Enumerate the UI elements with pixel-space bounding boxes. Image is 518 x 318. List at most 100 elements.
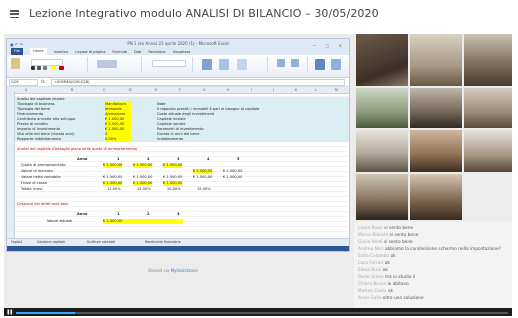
table-cell[interactable]: € 1.000,00	[133, 181, 153, 186]
pause-icon[interactable]	[7, 309, 13, 315]
fill-color-icon[interactable]	[51, 66, 56, 70]
tab-data[interactable]: Dati	[134, 50, 141, 54]
table-cell[interactable]: € 1.500,00	[103, 163, 123, 168]
participant-video-tile[interactable]	[464, 34, 512, 86]
chat-message: si sento bene	[383, 240, 413, 245]
chat-panel: Laura Rossi vi sento bene Marco Bianchi …	[354, 222, 512, 310]
number-format-selector[interactable]	[152, 60, 186, 67]
share-caption: Shared via MyAssistance	[148, 268, 198, 273]
table-cell[interactable]: € 1.500,00	[133, 163, 153, 168]
tab-home[interactable]: Home	[30, 48, 47, 55]
table-header: 3	[177, 157, 180, 161]
chat-message: oltre una soluzione	[382, 296, 424, 301]
participant-video-tile[interactable]	[356, 130, 408, 172]
share-prefix: Shared via	[148, 268, 170, 273]
delete-cells-icon[interactable]	[291, 59, 299, 67]
paste-icon[interactable]	[11, 58, 20, 69]
italic-icon[interactable]	[37, 66, 41, 70]
find-select-icon[interactable]	[331, 59, 341, 70]
chat-message: ma io studio lì	[384, 275, 416, 280]
table-header: 1	[117, 157, 120, 161]
progress-fill[interactable]	[16, 312, 75, 314]
row-value[interactable]: Immobile	[105, 107, 131, 112]
participant-video-tile[interactable]	[356, 88, 408, 128]
table-cell[interactable]: 20,00%	[167, 187, 181, 192]
participant-video-tile[interactable]	[356, 34, 408, 86]
function-icon[interactable]: fx	[41, 79, 45, 84]
table-cell[interactable]: € 1.500,00	[163, 163, 183, 168]
table-cell[interactable]: € 1.000,00	[163, 181, 183, 186]
row-value[interactable]: 0,00%	[105, 137, 131, 142]
row-value[interactable]: € 2.500,00	[105, 122, 131, 127]
chat-message: vi sento bene	[383, 226, 414, 231]
table-header: 3	[177, 212, 180, 216]
table-cell[interactable]: 15,00%	[137, 187, 151, 192]
row-value[interactable]: € 1.500,00	[105, 127, 131, 132]
name-box[interactable]: G29	[9, 79, 38, 86]
row-value[interactable]: Ammortam.	[105, 112, 131, 117]
sheet-tab[interactable]: Foglio1	[11, 239, 22, 246]
row-label: Analisi del capitale iniziale	[17, 97, 65, 101]
participant-video-tile[interactable]	[464, 130, 512, 172]
table-cell[interactable]: € 1.500,00	[223, 175, 242, 180]
tab-view[interactable]: Visualizza	[173, 50, 191, 54]
sheet-tab[interactable]: Rendiconto finanziario	[145, 239, 181, 246]
cell-styles-icon[interactable]	[237, 59, 247, 70]
tab-page-layout[interactable]: Layout di pagina	[75, 50, 105, 54]
progress-track[interactable]	[16, 312, 508, 314]
window-controls-icon[interactable]: — ▢ ✕	[312, 41, 346, 50]
row-note: Note	[157, 102, 166, 106]
table-cell[interactable]: € 1.000,00	[103, 181, 123, 186]
row-value[interactable]: 5	[105, 132, 131, 137]
tab-file[interactable]: File	[11, 48, 24, 55]
conditional-format-icon[interactable]	[202, 59, 212, 70]
table-cell[interactable]: € 1.500,00	[133, 175, 152, 180]
table-cell[interactable]: € 1.500,00	[193, 175, 212, 180]
participant-video-tile[interactable]	[410, 174, 462, 220]
row-value[interactable]: € 1.000,00	[105, 117, 131, 122]
chat-author: Sofia Colombo	[358, 254, 390, 259]
participant-video-tile[interactable]	[356, 174, 408, 220]
table-row-label: Flussi di cassa	[21, 181, 47, 185]
tab-formulas[interactable]: Formule	[112, 50, 127, 54]
underline-icon[interactable]	[43, 66, 47, 70]
sheet-tab[interactable]: Cessione capitale	[37, 239, 65, 246]
excel-status-bar	[7, 246, 349, 251]
participant-video-tile[interactable]	[410, 130, 462, 172]
table-cell[interactable]: € 1.500,00	[103, 175, 122, 180]
row-label: Vita utile del bene (durata anni)	[17, 132, 75, 136]
font-color-icon[interactable]	[59, 66, 64, 70]
formula-input[interactable]: =SOMMA(G26:G28)	[51, 79, 345, 86]
sort-filter-icon[interactable]	[315, 59, 325, 70]
menu-icon[interactable]	[10, 10, 19, 19]
row-value[interactable]: Manifattura	[105, 102, 131, 107]
ribbon-tabs: File Home Inserisci Layout di pagina For…	[7, 48, 349, 55]
chat-author: Laura Rossi	[358, 226, 383, 231]
footer-row-value[interactable]: € 1.000,00	[103, 219, 183, 224]
row-label: Importo di investimento	[17, 127, 61, 131]
participant-video-tile[interactable]	[410, 88, 462, 128]
quick-access-toolbar-icon[interactable]: ▣ ↶ ↷	[10, 40, 23, 49]
table-cell[interactable]: € 2.500,00	[223, 169, 242, 174]
table-cell[interactable]: 12,00%	[107, 187, 121, 192]
font-selector[interactable]	[31, 59, 63, 66]
table-cell[interactable]: 15,00%	[197, 187, 211, 192]
chat-author: Elena Ricci	[358, 268, 382, 273]
insert-cells-icon[interactable]	[277, 59, 285, 67]
tab-review[interactable]: Revisione	[148, 50, 165, 54]
table-cell[interactable]: € 1.500,00	[163, 175, 182, 180]
format-table-icon[interactable]	[219, 59, 229, 70]
align-icon[interactable]	[97, 60, 117, 68]
table-cell[interactable]: € 2.500,00	[193, 169, 213, 174]
bold-icon[interactable]	[31, 66, 35, 70]
participant-video-tile[interactable]	[464, 88, 512, 128]
share-link[interactable]: MyAssistance	[171, 268, 198, 273]
sheet-tabs: Foglio1 Cessione capitale Scritture cont…	[7, 238, 349, 246]
row-note: Costo attuale degli investimenti	[157, 112, 215, 116]
footer-row-label: Valore attuale	[47, 219, 73, 223]
tab-insert[interactable]: Inserisci	[54, 50, 69, 54]
sheet-tab[interactable]: Scritture contabili	[87, 239, 115, 246]
participant-video-tile[interactable]	[410, 34, 462, 86]
row-note: Capitale sociale	[157, 122, 186, 126]
chat-author: Matteo Costa	[358, 289, 387, 294]
